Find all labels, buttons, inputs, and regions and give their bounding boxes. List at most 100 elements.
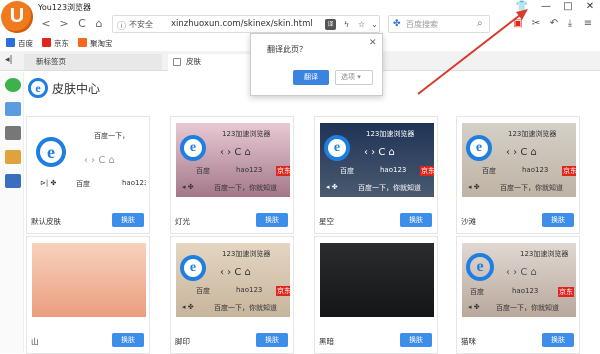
apply-skin-button[interactable]: 换肤: [542, 213, 574, 227]
apply-skin-button[interactable]: 换肤: [112, 213, 144, 227]
baidu-search-text: 百度一下，: [94, 132, 129, 140]
preview-icons: ⊳| ✤: [40, 179, 57, 187]
menu-icon[interactable]: ≡: [582, 18, 594, 30]
skin-name: 星空: [319, 217, 334, 226]
translate-button[interactable]: 翻译: [293, 70, 329, 85]
apply-skin-button[interactable]: 换肤: [112, 333, 144, 347]
skin-preview[interactable]: 123加速浏览器 e ‹ › C ⌂ 百度 hao123 京东 ◂ ✤ 百度一下，你就知道: [176, 243, 290, 317]
chevron-down-icon[interactable]: ⌄: [369, 19, 380, 30]
apply-skin-button[interactable]: 换肤: [400, 333, 432, 347]
preview-browser-name: 123加速浏览器: [222, 250, 271, 258]
monitor-icon[interactable]: [5, 174, 21, 188]
wechat-icon[interactable]: [5, 78, 21, 92]
undo-icon[interactable]: ↶: [548, 18, 560, 30]
skin-card[interactable]: 黑暗 换肤: [314, 236, 438, 354]
skin-name: 沙滩: [461, 217, 476, 226]
translate-popup: 翻译此页？ ✕ 翻译 选项 ▾: [250, 33, 383, 96]
baidu-search-text: 百度一下，你就知道: [500, 184, 563, 192]
download-icon[interactable]: ⤓: [564, 18, 576, 30]
window-title: You123浏览器: [38, 3, 92, 12]
star-icon[interactable]: ☆: [356, 19, 367, 30]
back-button[interactable]: <: [40, 17, 52, 31]
preview-nav-icons: ‹ › C ⌂: [364, 147, 395, 158]
skin-card[interactable]: 123加速浏览器 e ‹ › C ⌂ 百度 hao123 京东 ◂ ✤ 百度一下，你就知道 灯光…: [170, 116, 294, 234]
preview-browser-name: 123加速浏览器: [222, 130, 271, 138]
calculator-icon[interactable]: [5, 126, 21, 140]
preview-jd: 京东: [276, 166, 290, 176]
forward-button[interactable]: >: [58, 17, 70, 31]
skin-card[interactable]: 山 换肤: [26, 236, 150, 354]
ie-logo: e: [28, 78, 48, 98]
skin-card[interactable]: e 百度一下， ‹ › C ⌂ ⊳| ✤ 百度 hao123 默认皮肤 换肤: [26, 116, 150, 234]
baidu-search-text: 百度一下，你就知道: [214, 304, 277, 312]
insecure-label: 不安全: [129, 20, 153, 29]
skin-preview[interactable]: 123加速浏览器 e ‹ › C ⌂ 百度 hao123 京东 ◂ ✤ 百度一下，你就知道: [462, 243, 576, 317]
skin-name: 默认皮肤: [31, 217, 61, 226]
preview-icons: ◂ ✤: [326, 183, 338, 191]
skin-preview[interactable]: 123加速浏览器 e ‹ › C ⌂ 百度 hao123 京东 ◂ ✤ 百度一下，你就知道: [462, 123, 576, 197]
document-icon[interactable]: [5, 102, 21, 116]
home-button[interactable]: ⌂: [93, 17, 105, 31]
skin-preview[interactable]: e 百度一下， ‹ › C ⌂ ⊳| ✤ 百度 hao123: [32, 123, 146, 197]
preview-jd: 京东: [276, 286, 290, 296]
preview-jd: 京东: [420, 166, 434, 176]
ie-logo: e: [180, 255, 206, 281]
apply-skin-button[interactable]: 换肤: [256, 333, 288, 347]
bookmark-baidu[interactable]: 百度: [6, 38, 33, 50]
skin-name: 山: [31, 337, 39, 346]
bookmark-jd[interactable]: 京东: [42, 38, 69, 50]
skin-preview[interactable]: 123加速浏览器 e ‹ › C ⌂ 百度 hao123 京东 ◂ ✤ 百度一下，你就知道: [320, 123, 434, 197]
skin-card[interactable]: 123加速浏览器 e ‹ › C ⌂ 百度 hao123 京东 ◂ ✤ 百度一下，你就知道 脚印…: [170, 236, 294, 354]
preview-hao: hao123: [522, 166, 549, 174]
preview-baidu: 百度: [196, 167, 210, 175]
preview-nav-icons: ‹ › C ⌂: [506, 267, 537, 278]
preview-icons: ◂ ✤: [468, 303, 480, 311]
translate-question: 翻译此页？: [267, 45, 307, 54]
preview-icons: ◂ ✤: [182, 183, 194, 191]
apply-skin-button[interactable]: 换肤: [400, 213, 432, 227]
skin-preview[interactable]: [32, 243, 146, 317]
skin-name: 黑暗: [319, 337, 334, 346]
skin-preview[interactable]: [320, 243, 434, 317]
skin-preview[interactable]: 123加速浏览器 e ‹ › C ⌂ 百度 hao123 京东 ◂ ✤ 百度一下，你就知道: [176, 123, 290, 197]
preview-nav-icons: ‹ › C ⌂: [220, 267, 251, 278]
ie-logo: e: [324, 135, 350, 161]
url-text[interactable]: xinzhuoxun.com/skinex/skin.html: [171, 19, 313, 29]
preview-nav-icons: ‹ › C ⌂: [84, 155, 115, 166]
apply-skin-button[interactable]: 换肤: [256, 213, 288, 227]
preview-nav-icons: ‹ › C ⌂: [506, 147, 537, 158]
ie-logo: e: [36, 137, 66, 167]
lightning-icon[interactable]: ϟ: [341, 19, 352, 30]
close-icon[interactable]: ✕: [369, 38, 377, 48]
options-label: 选项: [341, 73, 355, 81]
preview-hao: hao123: [236, 166, 263, 174]
close-button[interactable]: ✕: [582, 0, 598, 14]
skin-name: 猫咪: [461, 337, 476, 346]
skin-card[interactable]: 123加速浏览器 e ‹ › C ⌂ 百度 hao123 京东 ◂ ✤ 百度一下，你就知道 猫咪…: [456, 236, 580, 354]
baidu-paw-icon: ✤: [393, 19, 401, 29]
preview-baidu: 百度: [340, 167, 354, 175]
apply-skin-button[interactable]: 换肤: [542, 333, 574, 347]
skin-card[interactable]: 123加速浏览器 e ‹ › C ⌂ 百度 hao123 京东 ◂ ✤ 百度一下，你就知道 星空…: [314, 116, 438, 234]
preview-hao: hao123: [122, 179, 146, 187]
preview-icons: ◂ ✤: [468, 183, 480, 191]
skin-name: 灯光: [175, 217, 190, 226]
translate-icon[interactable]: 译: [325, 19, 336, 30]
bookmark-label: 聚淘宝: [90, 39, 113, 48]
options-dropdown[interactable]: 选项 ▾: [335, 70, 373, 85]
restore-button[interactable]: □: [560, 0, 576, 14]
preview-hao: hao123: [380, 166, 407, 174]
paint-icon[interactable]: [5, 150, 21, 164]
sidebar-toggle-icon[interactable]: ◂|: [5, 55, 13, 65]
refresh-button[interactable]: C: [76, 17, 88, 31]
preview-jd: 京东: [562, 166, 576, 176]
address-bar[interactable]: ⓘ 不安全 xinzhuoxun.com/skinex/skin.html 译 …: [112, 15, 380, 33]
skin-card[interactable]: 123加速浏览器 e ‹ › C ⌂ 百度 hao123 京东 ◂ ✤ 百度一下，你就知道 沙滩…: [456, 116, 580, 234]
minimize-button[interactable]: —: [538, 0, 554, 14]
preview-browser-name: 123加速浏览器: [520, 250, 569, 258]
bookmark-taobao[interactable]: 聚淘宝: [78, 38, 113, 50]
bookmark-label: 百度: [18, 39, 33, 48]
tab-new[interactable]: 新标签页: [24, 54, 162, 70]
preview-baidu: 百度: [470, 288, 484, 296]
info-icon[interactable]: ⓘ: [117, 19, 126, 32]
